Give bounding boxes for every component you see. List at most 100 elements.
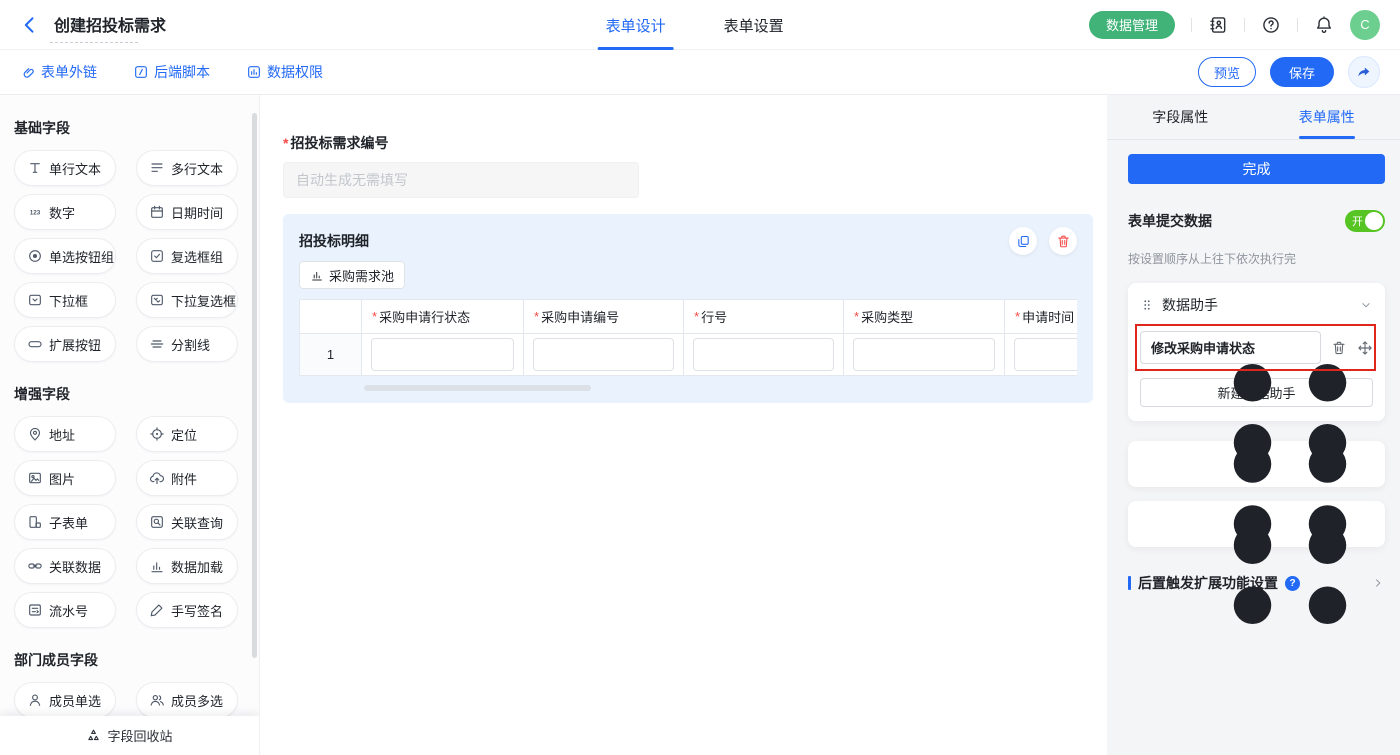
section-title-basic: 基础字段 — [14, 118, 259, 138]
field-recycle-bin[interactable]: 字段回收站 — [0, 716, 259, 755]
cell — [1005, 334, 1077, 376]
help-badge-icon[interactable] — [1285, 576, 1300, 591]
form-canvas: *招投标需求编号 招投标明细 采购需求池 — [260, 95, 1107, 755]
field-attachment[interactable]: 附件 — [136, 460, 238, 496]
dropdown-icon — [27, 292, 43, 308]
serial-field-input[interactable] — [283, 162, 639, 198]
subform-icon — [27, 514, 43, 530]
data-permission-link[interactable]: 数据权限 — [246, 62, 323, 82]
field-member-multi[interactable]: 成员多选 — [136, 682, 238, 718]
field-divider[interactable]: 分割线 — [136, 326, 238, 362]
cell-input[interactable] — [533, 338, 674, 371]
data-helper-header[interactable]: 数据助手 — [1140, 295, 1373, 315]
done-button[interactable]: 完成 — [1128, 154, 1385, 184]
toggle-on-label: 开 — [1352, 213, 1363, 229]
bar-chart-icon — [310, 268, 324, 282]
address-book-icon[interactable] — [1208, 15, 1228, 35]
tab-form-settings[interactable]: 表单设置 — [724, 0, 784, 50]
chevron-right-icon — [1371, 576, 1385, 590]
field-address[interactable]: 地址 — [14, 416, 116, 452]
field-serial-number[interactable]: 流水号 — [14, 592, 116, 628]
cell-input[interactable] — [371, 338, 514, 371]
frontend-event-card[interactable]: 前端事件 — [1128, 501, 1385, 547]
copy-subform-button[interactable] — [1009, 227, 1037, 255]
panel-tabs: 字段属性 表单属性 — [1107, 95, 1400, 140]
field-member-single[interactable]: 成员单选 — [14, 682, 116, 718]
cell — [524, 334, 684, 376]
form-submit-data-label: 表单提交数据 — [1128, 211, 1212, 231]
notification-bell-icon[interactable] — [1314, 15, 1334, 35]
toolbar-actions: 预览 保存 — [1198, 56, 1380, 88]
toolbar-links: 表单外链 后端脚本 数据权限 — [20, 62, 323, 82]
field-single-line-text[interactable]: 单行文本 — [14, 150, 116, 186]
field-number[interactable]: 123数字 — [14, 194, 116, 230]
backend-script-link[interactable]: 后端脚本 — [133, 62, 210, 82]
save-button[interactable]: 保存 — [1270, 57, 1334, 87]
cell-input[interactable] — [1014, 338, 1077, 371]
delete-helper-icon[interactable] — [1331, 340, 1347, 356]
target-icon — [149, 426, 165, 442]
field-data-load[interactable]: 数据加载 — [136, 548, 238, 584]
field-select[interactable]: 下拉框 — [14, 282, 116, 318]
data-helper-item[interactable]: 修改采购申请状态 — [1140, 331, 1321, 364]
page-title[interactable]: 创建招投标需求 — [54, 12, 166, 43]
field-radio-group[interactable]: 单选按钮组 — [14, 238, 116, 274]
horizontal-scrollbar[interactable] — [364, 385, 591, 391]
drag-handle-icon[interactable] — [1140, 298, 1154, 312]
field-link-data[interactable]: 关联数据 — [14, 548, 116, 584]
toggle-knob — [1365, 212, 1383, 230]
purchase-pool-button[interactable]: 采购需求池 — [299, 261, 405, 289]
location-pin-icon — [27, 426, 43, 442]
radio-icon — [27, 248, 43, 264]
column-header: *采购类型 — [844, 300, 1005, 334]
share-button[interactable] — [1348, 56, 1380, 88]
table-row: 1 — [300, 334, 1077, 376]
back-icon[interactable] — [20, 15, 40, 35]
field-subform[interactable]: 子表单 — [14, 504, 116, 540]
form-external-link[interactable]: 表单外链 — [20, 62, 97, 82]
people-icon — [149, 692, 165, 708]
preview-button[interactable]: 预览 — [1198, 57, 1256, 87]
cell-input[interactable] — [853, 338, 995, 371]
sidebar-scrollbar[interactable] — [252, 113, 257, 658]
table-header-row: *采购申请行状态 *采购申请编号 *行号 *采购类型 *申请时间 — [300, 300, 1077, 334]
section-title-enhanced: 增强字段 — [14, 384, 259, 404]
submit-data-toggle[interactable]: 开 — [1345, 210, 1385, 232]
properties-panel: 字段属性 表单属性 完成 表单提交数据 开 按设置顺序从上往下依次执行完 数据助… — [1107, 95, 1400, 755]
field-locate[interactable]: 定位 — [136, 416, 238, 452]
tab-form-properties[interactable]: 表单属性 — [1254, 95, 1400, 139]
link-label: 表单外链 — [41, 62, 97, 82]
divider — [1244, 18, 1245, 32]
tab-form-design[interactable]: 表单设计 — [606, 0, 666, 50]
field-datetime[interactable]: 日期时间 — [136, 194, 238, 230]
column-header: *申请时间 — [1005, 300, 1077, 334]
post-trigger-label: 后置触发扩展功能设置 — [1138, 573, 1278, 593]
data-manage-button[interactable]: 数据管理 — [1089, 11, 1175, 39]
link-icon — [20, 64, 36, 80]
column-header: *采购申请行状态 — [362, 300, 524, 334]
data-helper-item-row: 修改采购申请状态 — [1140, 331, 1373, 364]
divider — [1297, 18, 1298, 32]
avatar[interactable]: C — [1350, 10, 1380, 40]
divider-icon — [149, 336, 165, 352]
serial-icon — [27, 602, 43, 618]
cell — [362, 334, 524, 376]
subform-block[interactable]: 招投标明细 采购需求池 *采购申请行状态 *采购申请编 — [283, 214, 1093, 403]
tab-field-properties[interactable]: 字段属性 — [1107, 95, 1254, 139]
field-signature[interactable]: 手写签名 — [136, 592, 238, 628]
header-actions: 数据管理 C — [1089, 10, 1380, 40]
move-helper-icon[interactable] — [1357, 340, 1373, 356]
accent-bar — [1128, 576, 1131, 590]
pen-icon — [149, 602, 165, 618]
help-icon[interactable] — [1261, 15, 1281, 35]
field-image[interactable]: 图片 — [14, 460, 116, 496]
field-checkbox-group[interactable]: 复选框组 — [136, 238, 238, 274]
search-box-icon — [149, 514, 165, 530]
field-multi-select[interactable]: 下拉复选框 — [136, 282, 238, 318]
delete-subform-button[interactable] — [1049, 227, 1077, 255]
drag-handle-icon[interactable] — [1140, 374, 1400, 674]
field-multi-line-text[interactable]: 多行文本 — [136, 150, 238, 186]
cell-input[interactable] — [693, 338, 834, 371]
field-extend-button[interactable]: 扩展按钮 — [14, 326, 116, 362]
field-link-query[interactable]: 关联查询 — [136, 504, 238, 540]
